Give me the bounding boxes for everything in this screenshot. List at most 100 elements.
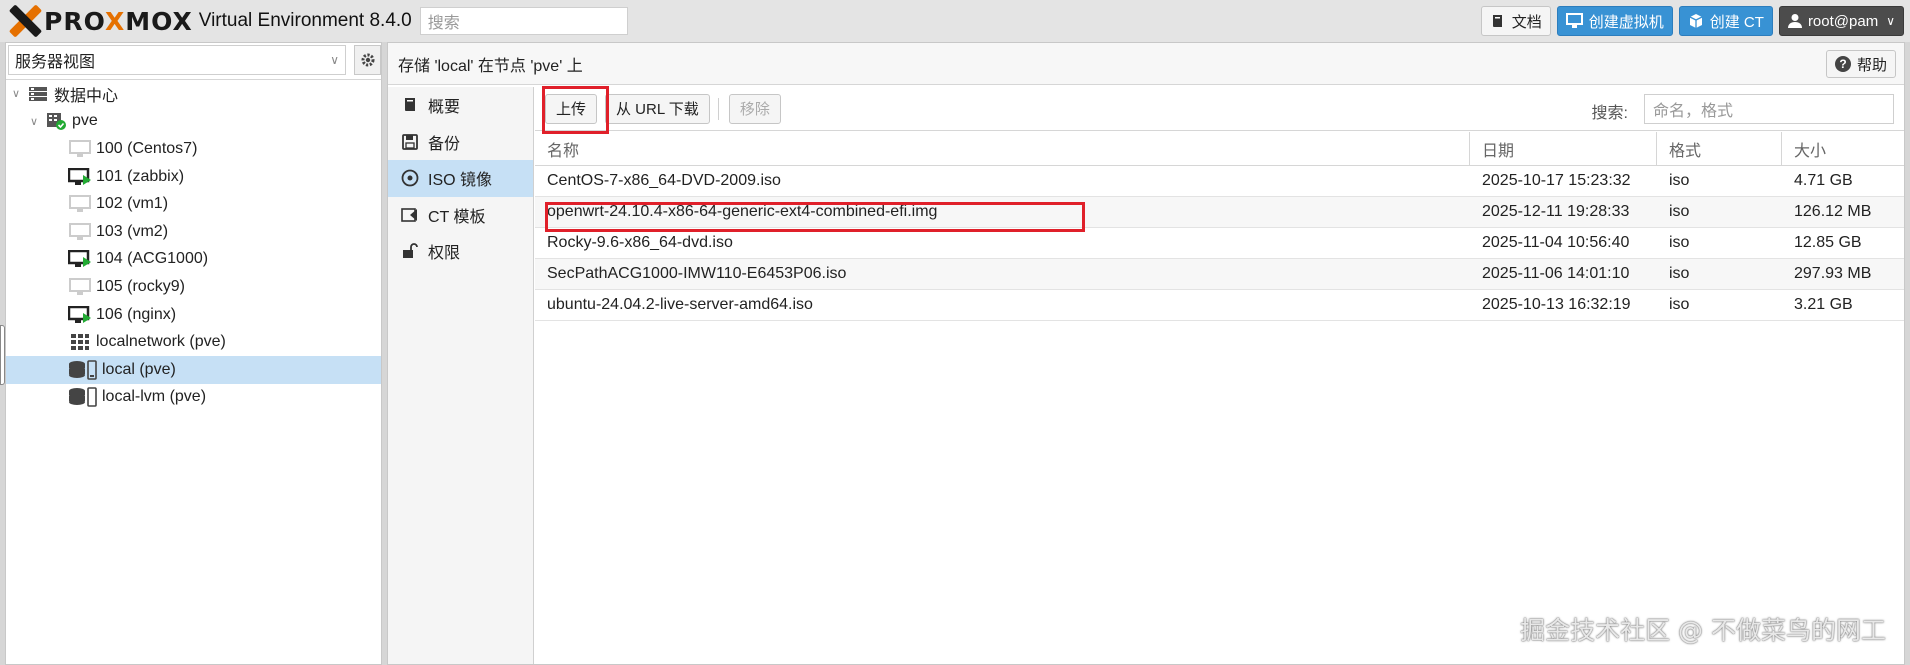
tree-item-localnetwork[interactable]: localnetwork (pve): [6, 328, 381, 356]
chevron-down-icon: ∨: [330, 53, 339, 67]
panel-collapse-handle[interactable]: [0, 325, 5, 385]
column-header-date[interactable]: 日期: [1470, 132, 1657, 165]
vm-stopped-icon: [68, 139, 92, 159]
cell-format: iso: [1669, 296, 1690, 313]
book-icon: [400, 97, 420, 113]
create-vm-button[interactable]: 创建虚拟机: [1556, 6, 1673, 36]
sdn-grid-icon: [68, 332, 92, 352]
global-search-input[interactable]: 搜索: [419, 7, 628, 35]
tree-item-vm-100[interactable]: 100 (Centos7): [6, 135, 381, 163]
tree-item-label: 100 (Centos7): [96, 139, 198, 157]
top-bar: PROXMOX Virtual Environment 8.4.0 搜索 文档 …: [0, 0, 1910, 42]
nav-summary[interactable]: 概要: [388, 87, 533, 124]
datacenter-icon: [26, 84, 50, 104]
brand-wordmark: PROXMOX: [44, 6, 193, 36]
nav-label: 概要: [428, 99, 461, 117]
table-row[interactable]: SecPathACG1000-IMW110-E6453P06.iso 2025-…: [535, 259, 1904, 290]
cell-format: iso: [1669, 172, 1690, 189]
cell-name: SecPathACG1000-IMW110-E6453P06.iso: [547, 265, 847, 282]
help-button[interactable]: ? 帮助: [1825, 50, 1896, 78]
docs-label: 文档: [1511, 13, 1542, 31]
tree-item-datacenter[interactable]: ∨ 数据中心: [6, 80, 381, 108]
cell-format: iso: [1669, 265, 1690, 282]
tree-item-label: 103 (vm2): [96, 222, 169, 240]
column-header-name[interactable]: 名称: [535, 132, 1470, 165]
cell-size: 3.21 GB: [1794, 296, 1853, 313]
vm-stopped-icon: [68, 277, 92, 297]
docs-button[interactable]: 文档: [1480, 6, 1551, 36]
chevron-down-icon: ∨: [12, 88, 21, 101]
user-label: root@pam: [1807, 12, 1879, 30]
tree-item-label: local-lvm (pve): [102, 388, 207, 406]
cell-date: 2025-11-04 10:56:40: [1482, 234, 1630, 251]
cell-size: 297.93 MB: [1794, 265, 1872, 282]
tree-item-storage-local-lvm[interactable]: local-lvm (pve): [6, 384, 381, 412]
table-row[interactable]: CentOS-7-x86_64-DVD-2009.iso 2025-10-17 …: [535, 166, 1904, 197]
node-online-icon: [44, 111, 68, 131]
tree-item-label: 106 (nginx): [96, 305, 177, 323]
table-header: 名称 日期 格式 大小: [535, 132, 1904, 166]
cell-format: iso: [1669, 203, 1690, 220]
unlock-icon: [400, 243, 420, 259]
proxmox-x-icon: [8, 4, 43, 38]
monitor-icon: [1565, 13, 1583, 28]
nav-label: CT 模板: [428, 208, 486, 226]
tree-item-vm-106[interactable]: 106 (nginx): [6, 301, 381, 329]
tree-item-node-pve[interactable]: ∨ pve: [6, 108, 381, 136]
toolbar-separator: [717, 97, 719, 120]
panel-title: 存储 'local' 在节点 'pve' 上: [398, 57, 583, 75]
storage-icon: [68, 387, 98, 408]
nav-label: 权限: [428, 245, 461, 263]
vm-running-icon: [68, 167, 92, 187]
storage-subnav: 概要 备份 ISO 镜像 CT 模板 权限: [388, 87, 534, 664]
storage-icon: [68, 359, 98, 380]
create-vm-label: 创建虚拟机: [1588, 13, 1664, 31]
cube-icon: [1689, 14, 1703, 28]
disc-icon: [400, 169, 420, 187]
question-icon: ?: [1834, 56, 1851, 72]
search-label: 搜索:: [1591, 105, 1628, 122]
cell-name: Rocky-9.6-x86_64-dvd.iso: [547, 234, 733, 251]
tree-settings-button[interactable]: [354, 45, 381, 75]
nav-label: 备份: [428, 135, 461, 153]
upload-highlight-box: [542, 86, 609, 134]
tree-item-vm-101[interactable]: 101 (zabbix): [6, 163, 381, 191]
tree-item-vm-103[interactable]: 103 (vm2): [6, 218, 381, 246]
cell-date: 2025-10-17 15:23:32: [1482, 172, 1631, 189]
tree-item-vm-102[interactable]: 102 (vm1): [6, 190, 381, 218]
cell-date: 2025-11-06 14:01:10: [1482, 265, 1630, 282]
storage-panel: 存储 'local' 在节点 'pve' 上 ? 帮助 概要 备份 ISO 镜像…: [387, 42, 1905, 665]
tree-item-vm-105[interactable]: 105 (rocky9): [6, 273, 381, 301]
tree-item-label: localnetwork (pve): [96, 333, 226, 351]
view-selector[interactable]: 服务器视图 ∨: [8, 45, 346, 75]
download-from-url-button[interactable]: 从 URL 下载: [605, 93, 710, 124]
cell-name: ubuntu-24.04.2-live-server-amd64.iso: [547, 296, 813, 313]
iso-content: 上传 从 URL 下载 移除 搜索: 命名，格式 名称 日期 格式 大小 Cen…: [535, 87, 1904, 664]
cell-date: 2025-10-13 16:32:19: [1482, 296, 1631, 313]
tree-item-label: 101 (zabbix): [96, 167, 185, 185]
tree-item-vm-104[interactable]: 104 (ACG1000): [6, 246, 381, 274]
cell-size: 4.71 GB: [1794, 172, 1853, 189]
vm-running-icon: [68, 249, 92, 269]
watermark-text: 掘金技术社区 @ 不做菜鸟的网工: [1520, 616, 1886, 645]
tree-item-label: 105 (rocky9): [96, 277, 185, 295]
column-header-format[interactable]: 格式: [1657, 132, 1782, 165]
iso-search-input[interactable]: 命名，格式: [1644, 94, 1894, 124]
tree-item-storage-local[interactable]: local (pve): [6, 355, 381, 384]
vm-stopped-icon: [68, 222, 92, 242]
nav-permissions[interactable]: 权限: [388, 233, 533, 270]
table-row[interactable]: ubuntu-24.04.2-live-server-amd64.iso 202…: [535, 290, 1904, 321]
table-row[interactable]: Rocky-9.6-x86_64-dvd.iso 2025-11-04 10:5…: [535, 228, 1904, 259]
create-ct-label: 创建 CT: [1709, 13, 1764, 31]
iso-toolbar: 上传 从 URL 下载 移除 搜索: 命名，格式: [535, 87, 1904, 131]
column-header-size[interactable]: 大小: [1782, 132, 1904, 165]
create-ct-button[interactable]: 创建 CT: [1678, 6, 1773, 36]
nav-iso-images[interactable]: ISO 镜像: [388, 160, 533, 197]
nav-ct-templates[interactable]: CT 模板: [388, 197, 533, 234]
book-icon: [1492, 15, 1502, 27]
proxmox-logo[interactable]: PROXMOX: [8, 0, 193, 42]
remove-button[interactable]: 移除: [728, 93, 781, 124]
nav-backup[interactable]: 备份: [388, 124, 533, 161]
resource-tree: ∨ 数据中心 ∨ pve 100 (Centos7) 101 (zabbix) …: [6, 79, 381, 664]
user-menu-button[interactable]: root@pam ∨: [1778, 6, 1904, 36]
